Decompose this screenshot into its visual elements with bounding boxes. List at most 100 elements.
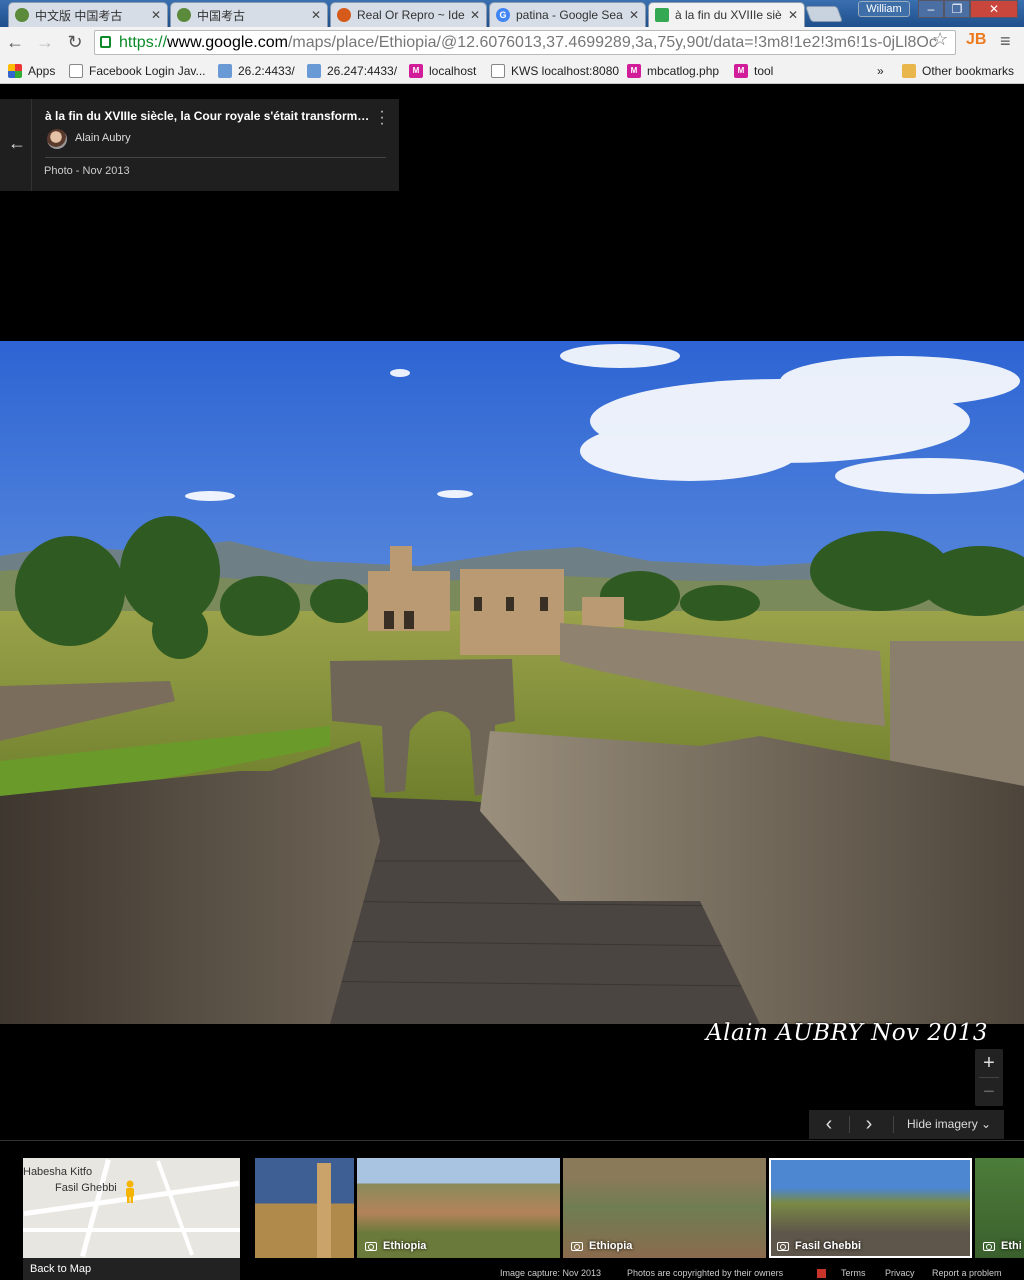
terms-link[interactable]: Terms	[841, 1268, 866, 1278]
bookmark-apps[interactable]: Apps	[8, 62, 55, 80]
next-photo-button[interactable]: ›	[849, 1110, 889, 1139]
close-tab-icon[interactable]: ✕	[151, 8, 161, 22]
bookmark-localhost[interactable]: Mlocalhost	[409, 62, 476, 80]
hide-imagery-label: Hide imagery	[907, 1117, 978, 1131]
close-tab-icon[interactable]: ✕	[629, 8, 639, 22]
close-tab-icon[interactable]: ✕	[311, 8, 321, 22]
zoom-control: + −	[975, 1049, 1003, 1106]
extension-jb-icon[interactable]: JB	[966, 31, 986, 49]
photo-title: à la fin du XVIIIe siècle, la Cour royal…	[45, 109, 370, 123]
photo-thumbnail-selected[interactable]: Fasil Ghebbi	[769, 1158, 972, 1258]
photo-thumbnail[interactable]: Ethiopia	[357, 1158, 560, 1258]
close-tab-icon[interactable]: ✕	[788, 8, 798, 22]
other-bookmarks[interactable]: Other bookmarks	[902, 62, 1014, 80]
pegman-icon[interactable]	[123, 1180, 137, 1204]
site-favicon-icon	[177, 8, 191, 22]
address-bar[interactable]: https://www.google.com/maps/place/Ethiop…	[94, 30, 956, 55]
url-host: www.google.com	[167, 34, 288, 51]
tower-shape	[317, 1163, 331, 1258]
bookmarks-bar: Apps Facebook Login Jav... 26.2:4433/ 26…	[0, 58, 1024, 84]
back-icon[interactable]: ←	[4, 31, 26, 53]
previous-photo-button[interactable]: ‹	[809, 1110, 849, 1139]
tab-title: 中国考古	[197, 8, 246, 23]
camera-icon	[365, 1241, 377, 1251]
thumbnail-label: Ethi	[983, 1240, 1022, 1252]
tab-strip: 中文版 中国考古 ✕ 中国考古 ✕ Real Or Repro ~ Ide ✕ …	[0, 0, 1024, 27]
photo-thumbnail[interactable]	[255, 1158, 354, 1258]
m-icon: M	[734, 64, 748, 78]
tab-active[interactable]: à la fin du XVIIIe siè ✕	[648, 2, 805, 27]
chrome-menu-icon[interactable]: ≡	[1000, 31, 1011, 52]
divider	[31, 99, 32, 191]
photo-info-card: ← à la fin du XVIIIe siècle, la Cour roy…	[0, 99, 399, 191]
castle-photo-illustration	[0, 341, 1024, 1024]
mini-map[interactable]: Habesha Kitfo Fasil Ghebbi Back to Map	[23, 1158, 240, 1280]
hide-imagery-button[interactable]: Hide imagery ⌄	[897, 1110, 1004, 1139]
tab-1[interactable]: 中文版 中国考古 ✕	[8, 2, 168, 27]
camera-icon	[983, 1241, 995, 1251]
avatar[interactable]	[47, 129, 67, 149]
camera-icon	[571, 1241, 583, 1251]
bookmark-mbcatlog[interactable]: Mmbcatlog.php	[627, 62, 719, 80]
bookmark-label: localhost	[429, 64, 477, 78]
image-capture-date: Image capture: Nov 2013	[500, 1268, 602, 1278]
panorama-photo[interactable]	[0, 341, 1024, 1024]
site-favicon-icon	[15, 8, 29, 22]
tab-title: Real Or Repro ~ Ide	[357, 8, 465, 22]
author-name[interactable]: Alain Aubry	[75, 132, 131, 144]
profile-button[interactable]: William	[858, 1, 910, 17]
thumbnail-label: Ethiopia	[571, 1240, 632, 1252]
tab-3[interactable]: Real Or Repro ~ Ide ✕	[330, 2, 487, 27]
bookmarks-overflow-button[interactable]: »	[877, 62, 884, 80]
page-icon	[69, 64, 83, 78]
photo-date: Photo - Nov 2013	[44, 165, 130, 177]
zoom-in-button[interactable]: +	[975, 1049, 1003, 1077]
apps-icon	[8, 64, 22, 78]
divider	[893, 1116, 894, 1133]
minimize-icon[interactable]: –	[918, 0, 944, 18]
copyright-text: Photos are copyrighted by their owners	[627, 1268, 784, 1278]
bookmark-label: Facebook Login Jav...	[89, 64, 206, 78]
photo-thumbnail[interactable]: Ethi	[975, 1158, 1024, 1258]
m-icon: M	[409, 64, 423, 78]
bookmark-label: Other bookmarks	[922, 64, 1015, 78]
bookmark-label: 26.247:4433/	[327, 64, 398, 78]
maximize-icon[interactable]: ❐	[944, 0, 970, 18]
chevron-down-icon: ⌄	[981, 1117, 992, 1131]
forward-icon[interactable]: →	[34, 31, 56, 53]
bookmark-26-2[interactable]: 26.2:4433/	[218, 62, 295, 80]
bookmark-label: Apps	[28, 64, 56, 78]
close-window-icon[interactable]: ✕	[970, 0, 1018, 18]
bookmark-star-icon[interactable]: ☆	[932, 29, 948, 50]
page-icon	[491, 64, 505, 78]
bookmark-label: 26.2:4433/	[238, 64, 295, 78]
camera-icon	[777, 1241, 789, 1251]
report-problem-link[interactable]: Report a problem	[932, 1268, 1002, 1278]
back-arrow-icon[interactable]: ←	[6, 131, 28, 155]
privacy-link[interactable]: Privacy	[885, 1268, 915, 1278]
bookmark-facebook[interactable]: Facebook Login Jav...	[69, 62, 206, 80]
zoom-out-button[interactable]: −	[975, 1078, 1003, 1106]
new-tab-button[interactable]	[805, 6, 843, 22]
map-place-label: Fasil Ghebbi	[55, 1182, 117, 1194]
url-path: /maps/place/Ethiopia/@12.6076013,37.4699…	[287, 34, 937, 51]
browser-toolbar: ← → ↻ https://www.google.com/maps/place/…	[0, 27, 1024, 58]
flag-icon[interactable]	[817, 1269, 826, 1278]
more-options-icon[interactable]: · · ·	[376, 104, 388, 132]
tab-title: 中文版 中国考古	[35, 8, 123, 23]
tab-2[interactable]: 中国考古 ✕	[170, 2, 328, 27]
tab-title: à la fin du XVIIIe siè	[675, 8, 782, 22]
filmstrip-divider	[0, 1140, 1024, 1141]
bookmark-label: mbcatlog.php	[647, 64, 720, 78]
bookmark-tool[interactable]: Mtool	[734, 62, 773, 80]
close-tab-icon[interactable]: ✕	[470, 8, 480, 22]
bookmark-kws[interactable]: KWS localhost:8080	[491, 62, 619, 80]
bookmark-26-247[interactable]: 26.247:4433/	[307, 62, 397, 80]
google-favicon-icon: G	[496, 8, 510, 22]
tab-title: patina - Google Sea	[516, 8, 623, 22]
photo-thumbnail[interactable]: Ethiopia	[563, 1158, 766, 1258]
tab-4[interactable]: G patina - Google Sea ✕	[489, 2, 646, 27]
maps-favicon-icon	[655, 8, 669, 22]
imagery-navigation: ‹ › Hide imagery ⌄	[809, 1110, 1004, 1139]
reload-icon[interactable]: ↻	[64, 31, 86, 53]
